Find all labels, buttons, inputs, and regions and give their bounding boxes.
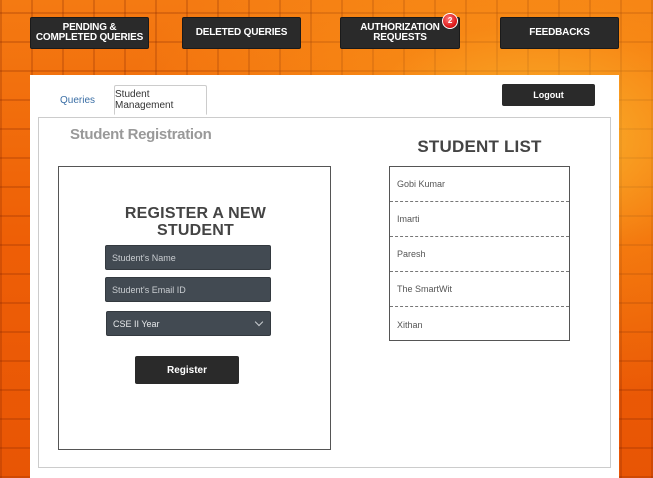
feedbacks-button[interactable]: FEEDBACKS [500,17,619,49]
student-list: Gobi Kumar Imarti Paresh The SmartWit Xi… [389,166,570,341]
chevron-down-icon [254,317,264,327]
student-management-content: Student Registration REGISTER A NEW STUD… [38,117,611,468]
notification-badge: 2 [442,13,458,29]
list-item[interactable]: Xithan [390,307,569,342]
list-item[interactable]: Imarti [390,202,569,237]
authorization-requests-button[interactable]: AUTHORIZATION REQUESTS 2 [340,13,460,49]
main-panel: Queries Student Management Logout Studen… [30,75,619,478]
feedbacks-label: FEEDBACKS [529,27,590,38]
registration-heading: REGISTER A NEW STUDENT [124,205,267,239]
list-item[interactable]: Paresh [390,237,569,272]
student-email-input[interactable] [105,277,271,302]
section-title: Student Registration [70,126,212,143]
list-item[interactable]: The SmartWit [390,272,569,307]
register-button[interactable]: Register [135,356,239,384]
year-select[interactable]: CSE II Year [106,311,271,336]
tab-queries[interactable]: Queries [52,85,103,115]
year-select-value: CSE II Year [113,318,160,329]
list-item[interactable]: Gobi Kumar [390,167,569,202]
student-name-input[interactable] [105,245,271,270]
student-list-title: STUDENT LIST [417,137,542,156]
registration-form: REGISTER A NEW STUDENT CSE II Year Regis… [58,166,331,450]
tab-student-management[interactable]: Student Management [114,85,207,115]
deleted-queries-button[interactable]: DELETED QUERIES [182,17,301,49]
deleted-queries-label: DELETED QUERIES [195,27,288,38]
pending-completed-queries-button[interactable]: PENDING & COMPLETED QUERIES [30,17,149,49]
pending-completed-queries-label: PENDING & COMPLETED QUERIES [35,22,144,43]
authorization-requests-label: AUTHORIZATION REQUESTS [360,22,440,43]
logout-button[interactable]: Logout [502,84,595,106]
